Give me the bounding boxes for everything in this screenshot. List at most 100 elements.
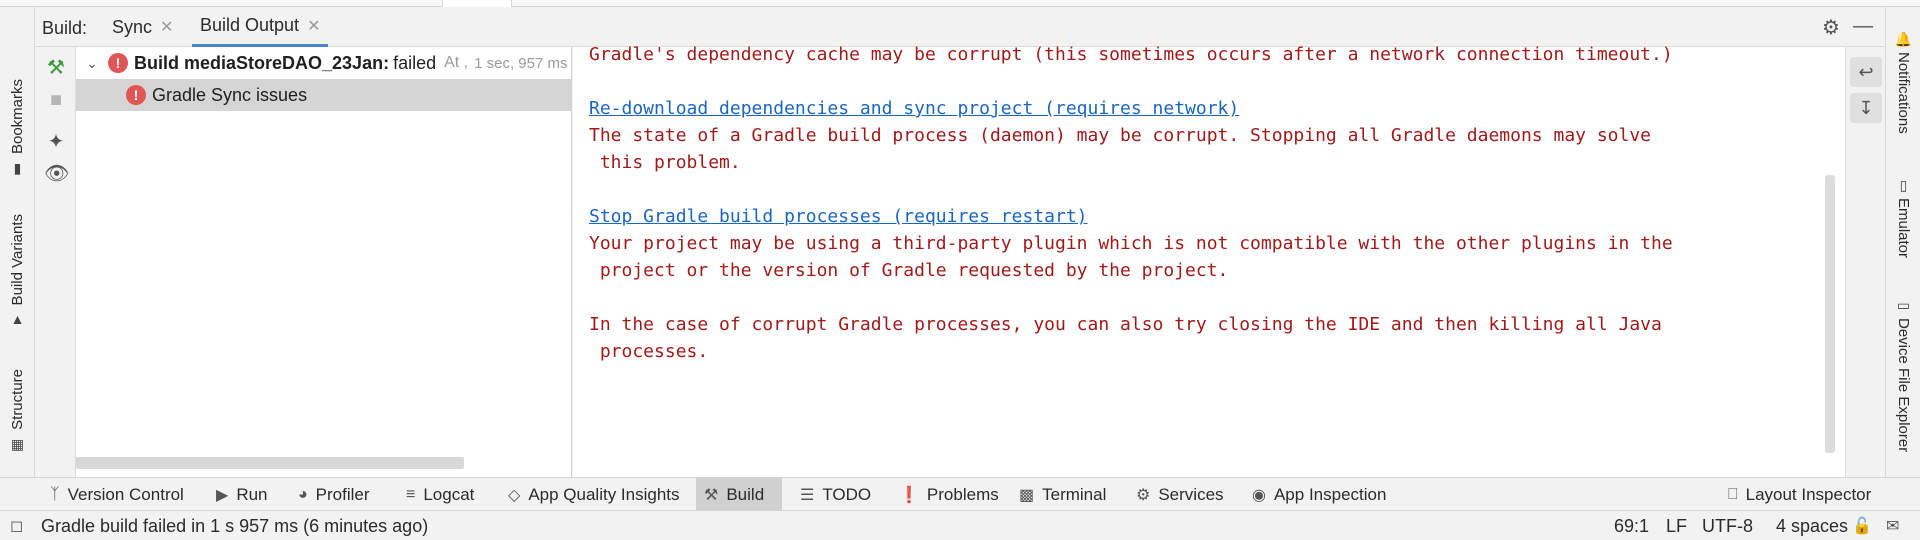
tool-app-inspection[interactable]: ◉ App Inspection	[1244, 478, 1394, 511]
device-icon: ▭	[1896, 297, 1911, 313]
inspection-icon: ◉	[1252, 486, 1266, 504]
tree-row-gradle-sync-issues[interactable]: ! Gradle Sync issues	[76, 79, 572, 111]
scroll-to-end-icon[interactable]: ↧	[1850, 93, 1882, 123]
lock-icon[interactable]: 🔓	[1852, 516, 1872, 536]
tool-version-control[interactable]: ᛉ Version Control	[42, 478, 192, 511]
file-encoding[interactable]: UTF-8	[1702, 516, 1753, 537]
console-line: processes.	[589, 341, 709, 362]
tab-build-output[interactable]: Build Output ✕	[192, 7, 329, 47]
line-ending[interactable]: LF	[1666, 516, 1687, 537]
build-variants-tab[interactable]: Build Variants ▲	[0, 214, 35, 327]
gradle-sync-issues-label: Gradle Sync issues	[152, 84, 308, 105]
vertical-scrollbar[interactable]	[1825, 175, 1835, 453]
bottom-tool-bar: ᛉ Version Control ▶ Run ◕ Profiler ≡ Log…	[0, 477, 1920, 511]
build-tool-window: Bookmarks ▮ Build Variants ▲ Structure ▦…	[0, 0, 1920, 540]
tool-label: Build	[726, 484, 765, 504]
tool-logcat[interactable]: ≡ Logcat	[398, 478, 482, 511]
structure-icon: ▦	[10, 435, 25, 452]
error-icon: !	[108, 53, 128, 73]
tab-sync[interactable]: Sync ✕	[104, 7, 181, 47]
tool-problems[interactable]: ❗ Problems	[891, 478, 1007, 511]
close-icon[interactable]: ✕	[307, 16, 320, 36]
tool-window-title: Build:	[42, 18, 88, 38]
console-line: Gradle's dependency cache may be corrupt…	[589, 44, 1673, 65]
eye-icon[interactable]: 👁	[44, 161, 69, 186]
gear-icon[interactable]: ⚙	[1822, 15, 1840, 40]
caret-position[interactable]: 69:1	[1614, 516, 1649, 537]
tool-run[interactable]: ▶ Run	[208, 478, 276, 511]
build-status: failed	[393, 52, 437, 73]
build-console: Gradle's dependency cache may be corrupt…	[573, 44, 1845, 477]
version-control-icon: ᛉ	[50, 485, 60, 503]
console-line: The state of a Gradle build process (dae…	[589, 125, 1652, 146]
tool-terminal[interactable]: ▩ Terminal	[1011, 478, 1114, 511]
console-toolbar: ↩ ↧	[1845, 47, 1885, 477]
notifications-tab[interactable]: 🔔 Notifications	[1886, 31, 1920, 134]
close-icon[interactable]: ✕	[160, 17, 173, 37]
chevron-down-icon[interactable]: ⌄	[82, 55, 102, 72]
status-bar: ◻ Gradle build failed in 1 s 957 ms (6 m…	[0, 510, 1920, 540]
notifications-tab-label: Notifications	[1895, 52, 1912, 134]
pin-icon[interactable]: ✦	[44, 129, 68, 154]
event-log-icon[interactable]: ✉	[1886, 516, 1899, 536]
device-file-explorer-tab-label: Device File Explorer	[1895, 318, 1912, 453]
list-icon: ☰	[800, 486, 815, 504]
device-file-explorer-tab[interactable]: ▭ Device File Explorer	[1886, 297, 1920, 452]
indent-setting[interactable]: 4 spaces	[1776, 516, 1848, 537]
build-window-header: Build: Sync ✕ Build Output ✕ ⚙ —	[35, 7, 1885, 47]
structure-tab[interactable]: Structure ▦	[0, 369, 35, 453]
tab-sync-label: Sync	[112, 16, 153, 37]
tool-label: App Quality Insights	[528, 484, 680, 504]
hammer-icon: ⚒	[704, 486, 719, 504]
editor-tab-stub[interactable]	[442, 0, 512, 7]
console-line: project or the version of Gradle request…	[589, 260, 1229, 281]
status-message[interactable]: Gradle build failed in 1 s 957 ms (6 min…	[41, 516, 428, 537]
tool-build[interactable]: ⚒ Build	[696, 478, 782, 511]
tool-label: Problems	[926, 484, 999, 504]
tool-label: Profiler	[315, 484, 370, 504]
soft-wrap-icon[interactable]: ↩	[1850, 57, 1882, 87]
emulator-tab-label: Emulator	[1895, 198, 1912, 259]
error-icon: !	[126, 85, 146, 105]
tool-layout-inspector[interactable]: ⎕ Layout Inspector	[1720, 478, 1879, 511]
right-tool-stripe: 🔔 Notifications ▯ Emulator ▭ Device File…	[1885, 7, 1920, 477]
stop-icon[interactable]: ■	[44, 89, 68, 112]
tree-row-build[interactable]: ⌄ ! Build mediaStoreDAO_23Jan: failed At…	[76, 47, 572, 79]
build-tree: ⌄ ! Build mediaStoreDAO_23Jan: failed At…	[76, 47, 572, 477]
gauge-icon: ◕	[298, 485, 308, 503]
tool-label: Version Control	[67, 484, 184, 504]
console-line: this problem.	[589, 152, 741, 173]
tool-label: App Inspection	[1273, 484, 1387, 504]
toggle-tool-windows-icon[interactable]: ◻	[10, 516, 23, 536]
logcat-icon: ≡	[406, 485, 416, 503]
tool-label: Layout Inspector	[1745, 484, 1872, 504]
left-tool-stripe: Bookmarks ▮ Build Variants ▲ Structure ▦	[0, 7, 35, 477]
warning-icon: ❗	[899, 486, 919, 504]
tool-label: Services	[1158, 484, 1224, 504]
hammer-icon[interactable]: ⚒	[44, 55, 68, 80]
build-toolbar: ⚒ ■ ✦ 👁	[35, 47, 76, 477]
tool-services[interactable]: ⚙ Services	[1128, 478, 1232, 511]
tool-label: Terminal	[1042, 484, 1107, 504]
minimize-icon[interactable]: —	[1853, 15, 1873, 38]
tool-profiler[interactable]: ◕ Profiler	[290, 478, 378, 511]
android-icon: ▲	[10, 311, 25, 328]
stop-gradle-processes-link[interactable]: Stop Gradle build processes (requires re…	[589, 206, 1088, 227]
build-name: Build mediaStoreDAO_23Jan:	[134, 52, 390, 73]
bookmarks-tab-label: Bookmarks	[9, 79, 26, 155]
bookmarks-tab[interactable]: Bookmarks ▮	[0, 79, 35, 177]
tool-label: Run	[236, 484, 268, 504]
emulator-tab[interactable]: ▯ Emulator	[1886, 177, 1920, 258]
tool-todo[interactable]: ☰ TODO	[792, 478, 879, 511]
horizontal-scrollbar[interactable]	[76, 457, 464, 469]
redownload-dependencies-link[interactable]: Re-download dependencies and sync projec…	[589, 98, 1239, 119]
console-line: Your project may be using a third-party …	[589, 233, 1673, 254]
terminal-icon: ▩	[1019, 486, 1035, 504]
layout-inspector-icon: ⎕	[1728, 485, 1738, 503]
build-duration: 1 sec, 957 ms	[474, 54, 568, 72]
tool-label: Logcat	[423, 484, 475, 504]
bell-icon: 🔔	[1894, 31, 1913, 47]
tab-build-output-label: Build Output	[200, 15, 300, 35]
build-at: At ,	[444, 54, 469, 71]
tool-app-quality-insights[interactable]: ◇ App Quality Insights	[500, 478, 688, 511]
